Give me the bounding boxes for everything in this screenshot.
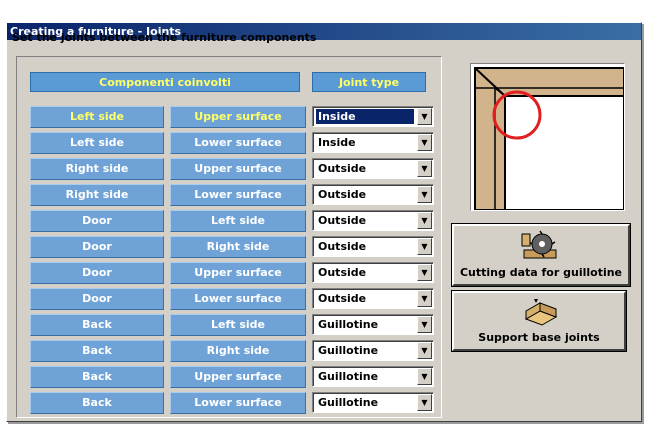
component-a-cell: Right side: [30, 158, 164, 180]
component-a-cell: Door: [30, 236, 164, 258]
table-row: Door Upper surface Outside ▼: [6, 262, 436, 284]
furniture-corner-diagram: [471, 64, 625, 211]
component-a-cell: Door: [30, 210, 164, 232]
joint-type-select[interactable]: Guillotine ▼: [312, 340, 434, 361]
component-b-cell: Left side: [170, 314, 306, 336]
joint-type-value: Outside: [318, 240, 367, 253]
joint-type-select[interactable]: Guillotine ▼: [312, 314, 434, 335]
dropdown-arrow-icon[interactable]: ▼: [417, 186, 432, 203]
table-row: Right side Upper surface Outside ▼: [6, 158, 436, 180]
component-a-cell: Door: [30, 288, 164, 310]
dropdown-arrow-icon[interactable]: ▼: [417, 134, 432, 151]
joint-type-select[interactable]: Outside ▼: [312, 158, 434, 179]
joint-type-header: Joint type: [312, 72, 426, 92]
joint-type-value: Outside: [318, 266, 367, 279]
saw-blade-icon: [521, 230, 557, 259]
joint-type-value: Guillotine: [318, 396, 379, 409]
joint-type-select[interactable]: Outside ▼: [312, 288, 434, 309]
component-b-cell: Lower surface: [170, 132, 306, 154]
dropdown-arrow-icon[interactable]: ▼: [417, 342, 432, 359]
cutting-data-button[interactable]: Cutting data for guillotine: [451, 223, 631, 287]
component-a-cell: Left side: [30, 132, 164, 154]
joint-type-value: Inside: [316, 109, 414, 124]
dropdown-arrow-icon[interactable]: ▼: [417, 316, 432, 333]
joint-type-value: Outside: [318, 162, 367, 175]
table-row: Back Right side Guillotine ▼: [6, 340, 436, 362]
component-b-cell: Lower surface: [170, 288, 306, 310]
dropdown-arrow-icon[interactable]: ▼: [417, 264, 432, 281]
joint-type-value: Outside: [318, 188, 367, 201]
component-b-cell: Upper surface: [170, 158, 306, 180]
dropdown-arrow-icon[interactable]: ▼: [417, 394, 432, 411]
component-b-cell: Upper surface: [170, 106, 306, 128]
components-header: Componenti coinvolti: [30, 72, 300, 92]
joint-type-select[interactable]: Guillotine ▼: [312, 392, 434, 413]
base-joint-icon: [524, 299, 558, 326]
component-a-cell: Back: [30, 340, 164, 362]
joint-type-value: Outside: [318, 214, 367, 227]
joint-type-select[interactable]: Outside ▼: [312, 210, 434, 231]
instruction-text: Set the joints between the furniture com…: [12, 31, 317, 44]
component-b-cell: Upper surface: [170, 262, 306, 284]
table-row: Left side Upper surface Inside ▼: [6, 106, 436, 128]
dropdown-arrow-icon[interactable]: ▼: [417, 368, 432, 385]
table-row: Back Left side Guillotine ▼: [6, 314, 436, 336]
table-row: Door Lower surface Outside ▼: [6, 288, 436, 310]
component-b-cell: Upper surface: [170, 366, 306, 388]
support-base-joints-button[interactable]: Support base joints: [451, 290, 627, 352]
joint-type-select[interactable]: Outside ▼: [312, 262, 434, 283]
joint-type-value: Outside: [318, 292, 367, 305]
joint-type-value: Guillotine: [318, 318, 379, 331]
dropdown-arrow-icon[interactable]: ▼: [417, 160, 432, 177]
dropdown-arrow-icon[interactable]: ▼: [417, 238, 432, 255]
joint-type-select[interactable]: Inside ▼: [312, 132, 434, 153]
table-row: Left side Lower surface Inside ▼: [6, 132, 436, 154]
table-row: Back Upper surface Guillotine ▼: [6, 366, 436, 388]
table-row: Right side Lower surface Outside ▼: [6, 184, 436, 206]
dropdown-arrow-icon[interactable]: ▼: [417, 212, 432, 229]
component-a-cell: Right side: [30, 184, 164, 206]
table-row: Door Right side Outside ▼: [6, 236, 436, 258]
joint-type-select[interactable]: Inside ▼: [312, 106, 434, 127]
component-a-cell: Left side: [30, 106, 164, 128]
component-b-cell: Right side: [170, 340, 306, 362]
joint-type-value: Guillotine: [318, 370, 379, 383]
joint-type-select[interactable]: Outside ▼: [312, 236, 434, 257]
component-a-cell: Back: [30, 392, 164, 414]
joint-type-value: Guillotine: [318, 344, 379, 357]
component-b-cell: Lower surface: [170, 184, 306, 206]
joint-type-select[interactable]: Guillotine ▼: [312, 366, 434, 387]
dropdown-arrow-icon[interactable]: ▼: [417, 290, 432, 307]
cutting-data-label: Cutting data for guillotine: [459, 266, 623, 279]
joint-type-value: Inside: [318, 136, 356, 149]
table-row: Back Lower surface Guillotine ▼: [6, 392, 436, 414]
component-a-cell: Back: [30, 314, 164, 336]
joint-type-select[interactable]: Outside ▼: [312, 184, 434, 205]
component-b-cell: Left side: [170, 210, 306, 232]
table-row: Door Left side Outside ▼: [6, 210, 436, 232]
component-b-cell: Lower surface: [170, 392, 306, 414]
support-base-joints-label: Support base joints: [478, 331, 600, 344]
joint-preview-image: [470, 63, 625, 211]
component-b-cell: Right side: [170, 236, 306, 258]
component-a-cell: Door: [30, 262, 164, 284]
dropdown-arrow-icon[interactable]: ▼: [417, 108, 432, 125]
component-a-cell: Back: [30, 366, 164, 388]
